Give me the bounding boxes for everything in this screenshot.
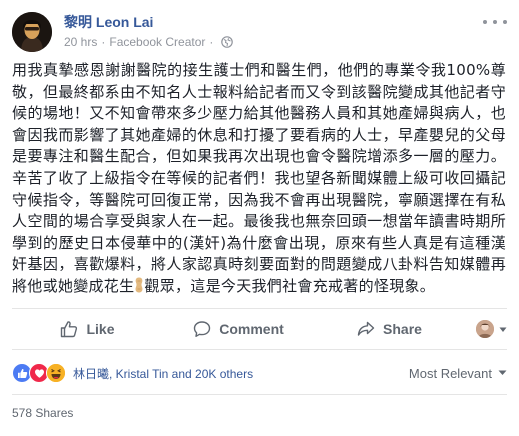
- comment-bubble-icon: [194, 321, 211, 337]
- divider-bottom: [12, 394, 507, 395]
- reaction-icons[interactable]: [12, 363, 66, 383]
- post-meta: 20 hrs · Facebook Creator ·: [64, 35, 234, 49]
- viewer-avatar: [476, 320, 494, 338]
- post-timestamp[interactable]: 20 hrs: [64, 35, 97, 49]
- author-name[interactable]: 黎明 Leon Lai: [64, 12, 153, 32]
- action-bar: Like Comment Share: [12, 309, 507, 349]
- divider-middle: [12, 349, 507, 350]
- author-avatar[interactable]: [12, 12, 52, 52]
- post-text-part2: 觀眾，這是今天我們社會充戒著的怪現象。: [144, 276, 436, 295]
- globe-icon[interactable]: [221, 36, 234, 48]
- post-as-selector[interactable]: [465, 320, 507, 338]
- chevron-down-icon: [499, 320, 507, 338]
- chevron-down-icon: [498, 370, 507, 375]
- meta-separator: ·: [101, 35, 106, 49]
- like-label: Like: [86, 321, 115, 337]
- like-button[interactable]: Like: [12, 320, 163, 338]
- post-source[interactable]: Facebook Creator: [109, 35, 205, 49]
- comment-label: Comment: [219, 321, 284, 337]
- comment-sort-dropdown[interactable]: Most Relevant: [409, 366, 507, 381]
- post-text-part1: 用我真摯感恩謝謝醫院的接生護士們和醫生們，他們的專業令我100%尊敬，但最終都系…: [12, 61, 506, 295]
- more-options-icon[interactable]: [483, 14, 507, 30]
- meta-separator-2: ·: [209, 35, 214, 49]
- share-label: Share: [383, 321, 422, 337]
- thumbs-up-icon: [61, 321, 78, 338]
- share-arrow-icon: [357, 321, 375, 336]
- haha-reaction-icon: [46, 363, 66, 383]
- shares-count[interactable]: 578 Shares: [12, 406, 73, 420]
- post-text: 用我真摯感恩謝謝醫院的接生護士們和醫生們，他們的專業令我100%尊敬，但最終都系…: [12, 60, 506, 300]
- comment-button[interactable]: Comment: [163, 320, 314, 338]
- peanut-emoji-icon: [134, 277, 144, 300]
- reaction-summary[interactable]: 林日曦, Kristal Tin and 20K others: [73, 365, 253, 382]
- sort-label: Most Relevant: [408, 365, 492, 381]
- facebook-post: 黎明 Leon Lai 20 hrs · Facebook Creator · …: [0, 0, 519, 436]
- reactions-row: 林日曦, Kristal Tin and 20K others Most Rel…: [12, 361, 507, 385]
- share-button[interactable]: Share: [314, 320, 465, 338]
